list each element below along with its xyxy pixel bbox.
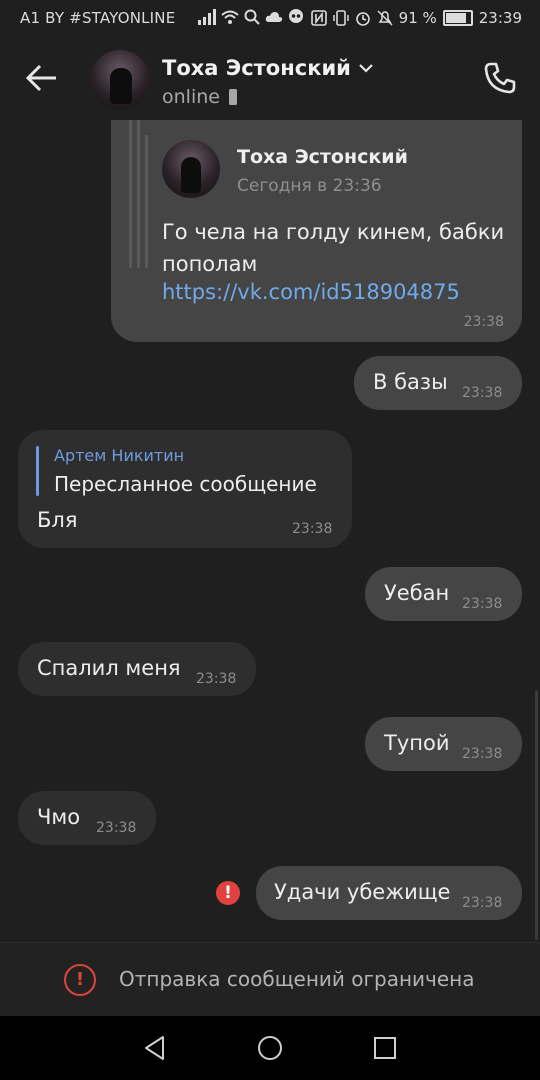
- message-time: 23:38: [462, 596, 503, 612]
- forward-line: [129, 120, 132, 268]
- message-time: 23:38: [292, 521, 333, 537]
- skull-icon: [289, 9, 303, 23]
- message-list[interactable]: Тоха Эстонский Сегодня в 23:36 Го чела н…: [0, 120, 540, 942]
- search-icon: [244, 9, 260, 25]
- clock: 23:39: [478, 9, 522, 27]
- contact-name[interactable]: Тоха Эстонский: [162, 56, 373, 80]
- home-circle-icon[interactable]: [256, 1034, 284, 1062]
- wifi-icon: [221, 10, 239, 24]
- chevron-down-icon: [359, 64, 373, 73]
- outgoing-message[interactable]: Уебан 23:38: [365, 567, 522, 621]
- message-text: Тупой: [384, 731, 450, 755]
- online-status: online: [162, 86, 238, 108]
- nfc-icon: [310, 10, 327, 26]
- message-text: В базы: [373, 370, 448, 394]
- status-bar: A1 BY #STAYONLINE 91 % 23:39: [0, 0, 540, 36]
- recents-square-icon[interactable]: [371, 1034, 399, 1062]
- battery-percent: 91 %: [398, 9, 437, 27]
- forwarded-message-bubble[interactable]: Тоха Эстонский Сегодня в 23:36 Го чела н…: [111, 120, 522, 342]
- message-time: 23:38: [96, 820, 137, 836]
- message-text: Спалил меня: [37, 656, 181, 680]
- reply-author: Артем Никитин: [54, 446, 185, 465]
- alarm-icon: [355, 12, 370, 26]
- incoming-message[interactable]: Артем Никитин Пересланное сообщение Бля …: [18, 430, 352, 548]
- message-time: 23:38: [462, 385, 503, 401]
- incoming-message[interactable]: Чмо 23:38: [18, 791, 156, 845]
- forwarded-link[interactable]: https://vk.com/id518904875: [162, 280, 460, 304]
- battery-icon: [442, 10, 473, 26]
- contact-name-label: Тоха Эстонский: [162, 56, 351, 80]
- forward-line: [137, 120, 140, 268]
- forwarded-text: Го чела на голду кинем, бабки пополам: [162, 220, 505, 276]
- message-time: 23:38: [196, 671, 237, 687]
- error-icon[interactable]: !: [216, 881, 240, 905]
- message-time: 23:38: [462, 895, 503, 911]
- back-arrow-icon[interactable]: [22, 58, 62, 98]
- forwarded-date: Сегодня в 23:36: [237, 176, 382, 196]
- message-text: Удачи убежище: [274, 880, 451, 904]
- outgoing-message[interactable]: Удачи убежище 23:38: [256, 866, 522, 920]
- chat-header: Тоха Эстонский online: [0, 36, 540, 120]
- system-nav-bar: [0, 1016, 540, 1080]
- online-label: online: [162, 86, 220, 108]
- message-text: Бля: [37, 508, 78, 532]
- reply-line: [36, 446, 39, 496]
- cloud-icon: [265, 12, 283, 22]
- chat-screen: A1 BY #STAYONLINE 91 % 23:39 Тоха Эстонс…: [0, 0, 540, 1080]
- status-icons: [198, 9, 304, 25]
- mobile-device-icon: [228, 89, 237, 105]
- scrollbar[interactable]: [535, 690, 538, 940]
- signal-icon: [198, 9, 216, 25]
- message-time: 23:38: [462, 746, 503, 762]
- vibrate-icon: [332, 10, 349, 26]
- reply-text: Пересланное сообщение: [54, 472, 317, 496]
- avatar[interactable]: [90, 50, 150, 110]
- message-text: Уебан: [384, 581, 450, 605]
- back-triangle-icon[interactable]: [141, 1034, 169, 1062]
- mute-bell-icon: [377, 10, 393, 26]
- phone-icon[interactable]: [482, 60, 518, 96]
- restriction-text: Отправка сообщений ограничена: [119, 967, 475, 991]
- outgoing-message[interactable]: В базы 23:38: [354, 356, 522, 410]
- forwarded-author-avatar: [162, 140, 220, 198]
- status-right: 91 % 23:39: [310, 9, 522, 27]
- warning-icon: !: [64, 964, 96, 996]
- outgoing-message[interactable]: Тупой 23:38: [365, 717, 522, 771]
- carrier-label: A1 BY #STAYONLINE: [20, 9, 176, 27]
- incoming-message[interactable]: Спалил меня 23:38: [18, 642, 256, 696]
- restriction-bar: ! Отправка сообщений ограничена: [0, 942, 540, 1017]
- forwarded-author-name[interactable]: Тоха Эстонский: [237, 146, 408, 168]
- forward-line: [145, 135, 148, 268]
- message-text: Чмо: [37, 805, 81, 829]
- message-time: 23:38: [463, 314, 504, 330]
